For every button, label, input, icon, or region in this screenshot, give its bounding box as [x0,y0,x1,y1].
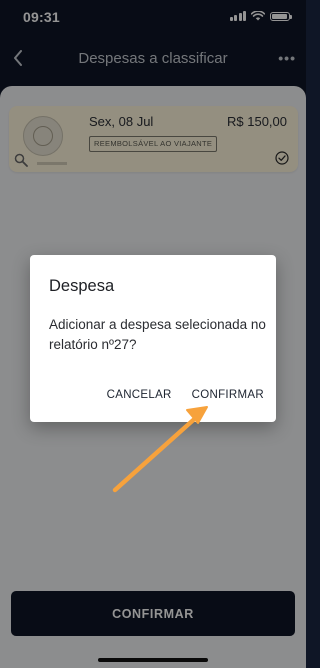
dialog-actions: CANCELAR CONFIRMAR [107,389,264,401]
dialog-message: Adicionar a despesa selecionada no relat… [49,317,266,352]
cancel-button[interactable]: CANCELAR [107,389,172,401]
confirm-button[interactable]: CONFIRMAR [192,389,264,401]
dialog-title: Despesa [49,277,115,295]
confirm-dialog: Despesa Adicionar a despesa selecionada … [30,255,276,422]
